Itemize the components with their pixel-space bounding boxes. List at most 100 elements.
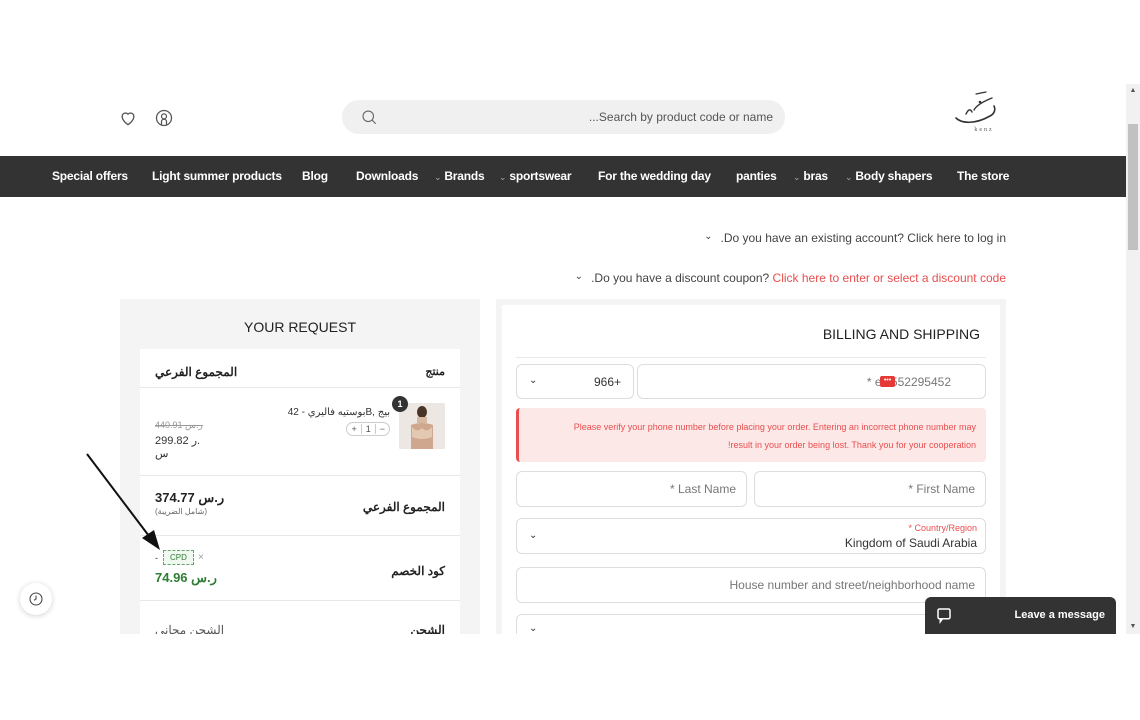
billing-form: BILLING AND SHIPPING ⌄ 966+ ••• Please v… <box>502 305 1000 634</box>
nav-sportswear[interactable]: ⌄ sportswear <box>499 156 572 197</box>
country-code-select[interactable]: ⌄ 966+ <box>516 364 634 399</box>
remove-coupon-button[interactable]: × <box>198 552 204 563</box>
country-label: * Country/Region <box>908 523 977 533</box>
nav-label: Body shapers <box>855 169 933 183</box>
new-price-amount: 299.82 ر. <box>155 435 201 447</box>
order-title: YOUR REQUEST <box>243 319 356 335</box>
page-content: kenz Special offers Light summer product… <box>0 0 1126 634</box>
country-code-value: 966+ <box>593 375 621 389</box>
col-product-header: منتج <box>425 366 445 378</box>
old-price: 440.91 ر.س <box>155 420 203 430</box>
shipping-value: الشحن مجاني <box>155 623 225 634</box>
nav-the-store[interactable]: The store <box>957 156 1009 197</box>
chevron-down-icon: ⌄ <box>845 172 853 182</box>
nav-blog[interactable]: Blog <box>302 156 328 197</box>
warning-line-1: Please verify your phone number before p… <box>573 422 976 432</box>
chat-widget[interactable]: Leave a message <box>925 597 1116 634</box>
nav-bras[interactable]: ⌄ bras <box>793 156 828 197</box>
login-notice-text: .Do you have an existing account? Click … <box>720 231 1007 245</box>
discount-label: كود الخصم <box>391 564 445 578</box>
first-name-field[interactable] <box>754 471 986 507</box>
main-nav: Special offers Light summer products Blo… <box>0 156 1126 197</box>
history-button[interactable] <box>20 583 52 615</box>
billing-title: BILLING AND SHIPPING <box>822 326 980 342</box>
phone-input[interactable] <box>638 365 985 398</box>
clock-icon <box>29 592 43 606</box>
scroll-down-arrow[interactable]: ▼ <box>1126 620 1140 634</box>
phone-warning: Please verify your phone number before p… <box>516 408 986 462</box>
discount-row: كود الخصم - CPD × 74.96 ر.س <box>140 536 460 601</box>
discount-value: 74.96 ر.س <box>155 570 217 585</box>
coupon-link[interactable]: Click here to enter or select a discount… <box>773 271 1006 285</box>
nav-label: The store <box>957 169 1010 183</box>
order-summary-panel: YOUR REQUEST منتج المجموع الفرعي 1 بوستي… <box>120 299 480 634</box>
order-item-row: 1 بوستيه فاليري - 42B, بيج + 1 − 440.91 … <box>140 388 460 476</box>
chevron-down-icon: ⌄ <box>793 172 801 182</box>
country-label-text: * Country/Region <box>908 523 977 533</box>
shipping-row: الشحن الشحن مجاني <box>140 601 460 634</box>
header-icons <box>118 108 174 128</box>
coupon-notice: ⌄ .Do you have a discount coupon? Click h… <box>575 271 1006 285</box>
chat-icon <box>935 606 953 629</box>
nav-light-summer-products[interactable]: Light summer products <box>152 156 282 197</box>
subtotal-label: المجموع الفرعي <box>362 500 445 514</box>
quantity-stepper: + 1 − <box>346 422 390 436</box>
nav-special-offers[interactable]: Special offers <box>52 156 128 197</box>
scroll-up-arrow[interactable]: ▲ <box>1126 84 1140 98</box>
logo-wordmark: kenz <box>974 127 993 133</box>
region-select[interactable]: ⌄ <box>516 614 986 634</box>
kenz-logo[interactable]: kenz <box>946 88 1006 134</box>
chevron-down-icon: ⌄ <box>529 530 538 541</box>
chevron-down-icon: ⌄ <box>704 231 713 242</box>
account-button[interactable] <box>154 108 174 128</box>
divider <box>516 357 986 358</box>
nav-label: Blog <box>302 169 328 183</box>
nav-downloads[interactable]: Downloads <box>356 156 418 197</box>
nav-label: Brands <box>444 169 485 183</box>
qty-value[interactable]: 1 <box>360 424 376 434</box>
chevron-down-icon: ⌄ <box>529 375 538 386</box>
address-field[interactable] <box>516 567 986 603</box>
address-input[interactable] <box>517 568 985 602</box>
product-thumbnail[interactable] <box>399 403 445 449</box>
shipping-label: الشحن <box>410 623 445 634</box>
nav-label: Light summer products <box>152 169 282 183</box>
country-select[interactable]: ⌄ * Country/Region Kingdom of Saudi Arab… <box>516 518 986 554</box>
subtotal-row: المجموع الفرعي 374.77 ر.س (شامل الضريبة) <box>140 476 460 536</box>
order-header-row: منتج المجموع الفرعي <box>140 349 460 388</box>
country-value: Kingdom of Saudi Arabia <box>844 536 977 550</box>
annotation-arrow <box>86 453 160 550</box>
nav-panties[interactable]: panties <box>736 156 777 197</box>
search-input[interactable] <box>380 110 773 124</box>
warning-line-2: !result in your order being lost. Thank … <box>728 440 976 450</box>
nav-label: sportswear <box>509 169 572 183</box>
heart-icon <box>121 112 135 126</box>
flag-icon: ••• <box>880 376 895 387</box>
last-name-field[interactable] <box>516 471 747 507</box>
nav-label: panties <box>736 169 777 183</box>
nav-brands[interactable]: ⌄ Brands <box>434 156 485 197</box>
search-icon[interactable] <box>360 107 380 127</box>
chevron-down-icon: ⌄ <box>499 172 507 182</box>
qty-minus-button[interactable]: − <box>380 424 385 434</box>
page-scrollbar[interactable]: ▲ ▼ <box>1126 84 1140 634</box>
scrollbar-thumb[interactable] <box>1128 124 1138 250</box>
last-name-input[interactable] <box>517 472 746 506</box>
nav-label: Downloads <box>356 169 419 183</box>
chevron-down-icon: ⌄ <box>574 271 584 282</box>
first-name-input[interactable] <box>755 472 985 506</box>
nav-label: For the wedding day <box>598 169 711 183</box>
nav-body-shapers[interactable]: ⌄ Body shapers <box>845 156 933 197</box>
qty-plus-button[interactable]: + <box>351 424 356 434</box>
nav-label: bras <box>803 169 828 183</box>
login-notice[interactable]: ⌄ .Do you have an existing account? Click… <box>704 231 1006 245</box>
wishlist-button[interactable] <box>118 108 138 128</box>
billing-panel: BILLING AND SHIPPING ⌄ 966+ ••• Please v… <box>496 299 1006 634</box>
chevron-down-icon: ⌄ <box>529 623 538 634</box>
quantity-badge: 1 <box>392 396 408 412</box>
chevron-down-icon: ⌄ <box>434 172 442 182</box>
nav-wedding-day[interactable]: For the wedding day <box>598 156 711 197</box>
product-name[interactable]: بوستيه فاليري - 42B, بيج <box>288 407 390 418</box>
coupon-notice-text: .Do you have a discount coupon? <box>591 271 773 285</box>
phone-field[interactable]: ••• <box>637 364 986 399</box>
